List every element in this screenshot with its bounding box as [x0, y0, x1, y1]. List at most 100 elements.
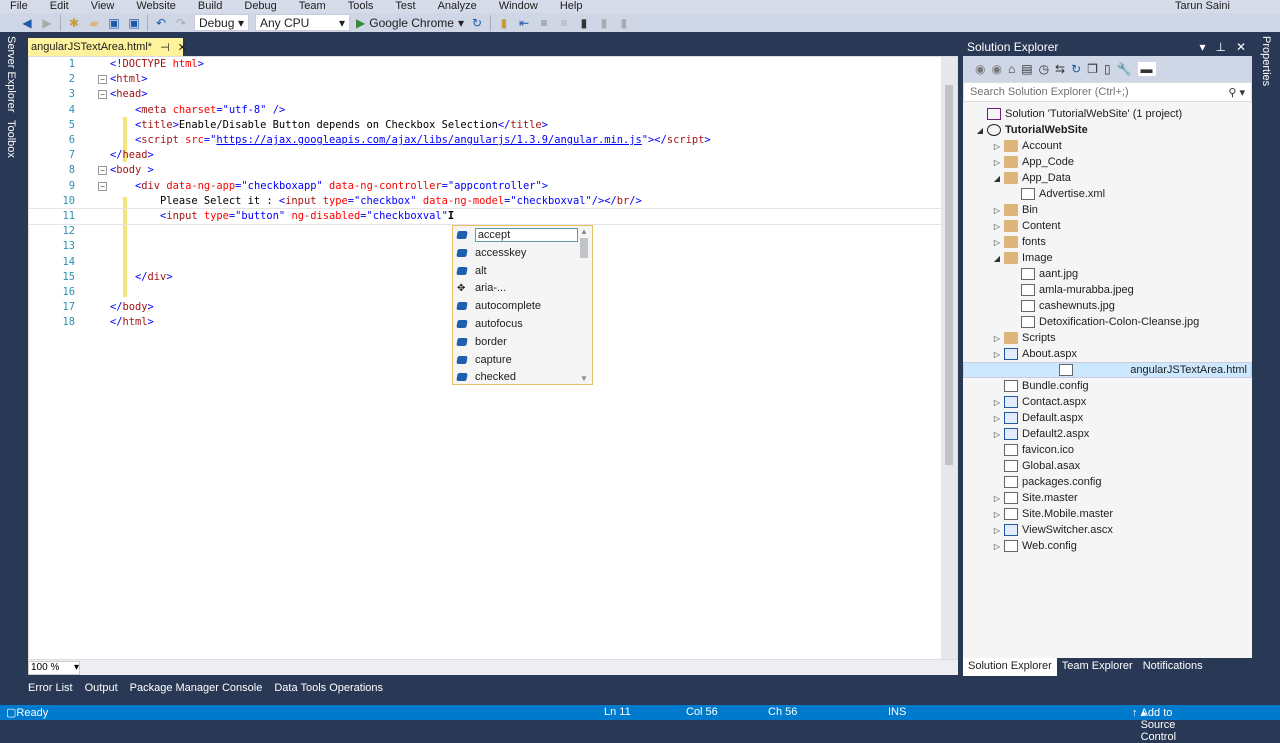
save-icon[interactable]: ▣	[107, 16, 121, 30]
tab-team-explorer[interactable]: Team Explorer	[1057, 658, 1138, 676]
tree-item[interactable]: ▷ ViewSwitcher.ascx	[963, 522, 1252, 538]
code-text[interactable]: </div>	[110, 270, 173, 285]
completion-item[interactable]: autocomplete	[453, 297, 578, 315]
menu-item[interactable]: Tools	[348, 0, 374, 13]
menu-item[interactable]: Window	[499, 0, 538, 13]
code-text[interactable]: <meta charset="utf-8" />	[110, 103, 285, 118]
properties-wrench-icon[interactable]: 🔧	[1117, 62, 1132, 76]
server-explorer-tab[interactable]: Server Explorer	[0, 32, 22, 116]
open-folder-icon[interactable]: ▰	[87, 16, 101, 30]
menu-item[interactable]: Debug	[244, 0, 276, 13]
code-line[interactable]: 8 − <body >	[29, 163, 941, 178]
fold-toggle-icon[interactable]: −	[98, 166, 107, 176]
home-icon[interactable]: ⌂	[1008, 62, 1015, 76]
search-icon[interactable]: ⚲ ▾	[1228, 86, 1245, 99]
add-to-source-control-button[interactable]: ↑ Add to Source Control ▴	[1132, 706, 1176, 743]
tab-data-tools-operations[interactable]: Data Tools Operations	[274, 682, 383, 694]
tree-item[interactable]: packages.config	[963, 474, 1252, 490]
menu-item[interactable]: View	[91, 0, 115, 13]
completion-item[interactable]: checked	[453, 368, 578, 386]
collapsed-arrow-icon[interactable]: ▷	[992, 398, 1002, 407]
tree-item[interactable]: ▷ Site.Mobile.master	[963, 506, 1252, 522]
bookmark-icon[interactable]: ▮	[577, 16, 591, 30]
code-text[interactable]: <body >	[110, 163, 154, 178]
tree-item[interactable]: ◢ Image	[963, 250, 1252, 266]
preview-icon[interactable]: ▬	[1137, 62, 1156, 76]
refresh-icon[interactable]: ↻	[470, 16, 484, 30]
uncomment-icon[interactable]: ≡	[557, 16, 571, 30]
collapsed-arrow-icon[interactable]: ▷	[992, 238, 1002, 247]
zoom-select[interactable]: 100 % ▾	[28, 660, 80, 675]
tree-item[interactable]: ▷ Bin	[963, 202, 1252, 218]
tab-output[interactable]: Output	[85, 682, 118, 694]
collapsed-arrow-icon[interactable]: ▷	[992, 206, 1002, 215]
menu-item[interactable]: Website	[136, 0, 176, 13]
tree-item[interactable]: aant.jpg	[963, 266, 1252, 282]
pending-changes-icon[interactable]: ◷	[1039, 62, 1049, 76]
switch-views-icon[interactable]: ▤	[1021, 62, 1032, 76]
code-text[interactable]: <script src="https://ajax.googleapis.com…	[110, 133, 711, 148]
code-line[interactable]: 11 <input type="button" ng-disabled="che…	[28, 208, 942, 225]
close-icon[interactable]: ✕	[1236, 40, 1246, 54]
code-line[interactable]: 5 <title>Enable/Disable Button depends o…	[29, 118, 941, 133]
tree-item[interactable]: Bundle.config	[963, 378, 1252, 394]
collapsed-arrow-icon[interactable]: ▷	[992, 414, 1002, 423]
configuration-select[interactable]: Debug ▾	[194, 14, 249, 31]
code-line[interactable]: 4 <meta charset="utf-8" />	[29, 103, 941, 118]
code-text[interactable]: <!DOCTYPE html>	[110, 57, 204, 72]
code-line[interactable]: 2 − <html>	[29, 72, 941, 87]
collapsed-arrow-icon[interactable]: ▷	[992, 350, 1002, 359]
scroll-down-icon[interactable]: ▼	[577, 374, 591, 383]
tab-error-list[interactable]: Error List	[28, 682, 73, 694]
toolbox-tab[interactable]: Toolbox	[0, 116, 22, 162]
code-line[interactable]: 10 Please Select it : <input type="check…	[29, 194, 941, 209]
tree-item[interactable]: ▷ Contact.aspx	[963, 394, 1252, 410]
tree-item[interactable]: ▷ Content	[963, 218, 1252, 234]
prev-bookmark-icon[interactable]: ▮	[617, 16, 631, 30]
code-line[interactable]: 1 <!DOCTYPE html>	[29, 57, 941, 72]
completion-item[interactable]: accesskey	[453, 244, 578, 262]
scroll-thumb[interactable]	[945, 85, 953, 465]
completion-item[interactable]: ✥ aria-...	[453, 279, 578, 297]
refresh-icon[interactable]: ↻	[1071, 62, 1081, 76]
tree-item[interactable]: ▷ Account	[963, 138, 1252, 154]
tab-solution-explorer[interactable]: Solution Explorer	[963, 658, 1057, 676]
pin-icon[interactable]: ⊥	[1215, 40, 1225, 54]
close-icon[interactable]: ✕	[178, 41, 187, 54]
forward-icon[interactable]: ◉	[991, 62, 1001, 76]
find-icon[interactable]: ▮	[497, 16, 511, 30]
collapsed-arrow-icon[interactable]: ▷	[992, 334, 1002, 343]
collapsed-arrow-icon[interactable]: ▷	[992, 222, 1002, 231]
code-text[interactable]: <div data-ng-app="checkboxapp" data-ng-c…	[110, 179, 548, 194]
tree-item[interactable]: Solution 'TutorialWebSite' (1 project)	[963, 106, 1252, 122]
menu-item[interactable]: Build	[198, 0, 222, 13]
code-line[interactable]: 3 − <head>	[29, 87, 941, 102]
collapsed-arrow-icon[interactable]: ▷	[992, 430, 1002, 439]
scroll-thumb[interactable]	[580, 238, 588, 258]
code-text[interactable]: <html>	[110, 72, 148, 87]
completion-item[interactable]: accept	[453, 226, 578, 244]
code-text[interactable]: </body>	[110, 300, 154, 315]
fold-toggle-icon[interactable]: −	[98, 90, 107, 100]
fold-toggle-icon[interactable]: −	[98, 75, 107, 85]
tree-item[interactable]: ▷ Default.aspx	[963, 410, 1252, 426]
popup-scrollbar[interactable]: ▲ ▼	[577, 227, 591, 383]
back-icon[interactable]: ◉	[975, 62, 985, 76]
tree-item[interactable]: ▷ Scripts	[963, 330, 1252, 346]
tree-item[interactable]: ▷ Default2.aspx	[963, 426, 1252, 442]
code-text[interactable]: </head>	[110, 148, 154, 163]
tree-item[interactable]: cashewnuts.jpg	[963, 298, 1252, 314]
tree-item[interactable]: favicon.ico	[963, 442, 1252, 458]
collapsed-arrow-icon[interactable]: ▷	[992, 526, 1002, 535]
collapsed-arrow-icon[interactable]: ▷	[992, 494, 1002, 503]
expanded-arrow-icon[interactable]: ◢	[992, 254, 1002, 263]
tree-item[interactable]: Detoxification-Colon-Cleanse.jpg	[963, 314, 1252, 330]
tree-item[interactable]: ▷ Web.config	[963, 538, 1252, 554]
run-button[interactable]: ▶ Google Chrome ▾	[356, 16, 464, 30]
collapsed-arrow-icon[interactable]: ▷	[992, 510, 1002, 519]
completion-item[interactable]: border	[453, 333, 578, 351]
code-text[interactable]: <input type="button" ng-disabled="checkb…	[110, 209, 454, 224]
save-all-icon[interactable]: ▣	[127, 16, 141, 30]
show-all-files-icon[interactable]: ▯	[1104, 62, 1111, 76]
tree-item[interactable]: ◢ App_Data	[963, 170, 1252, 186]
